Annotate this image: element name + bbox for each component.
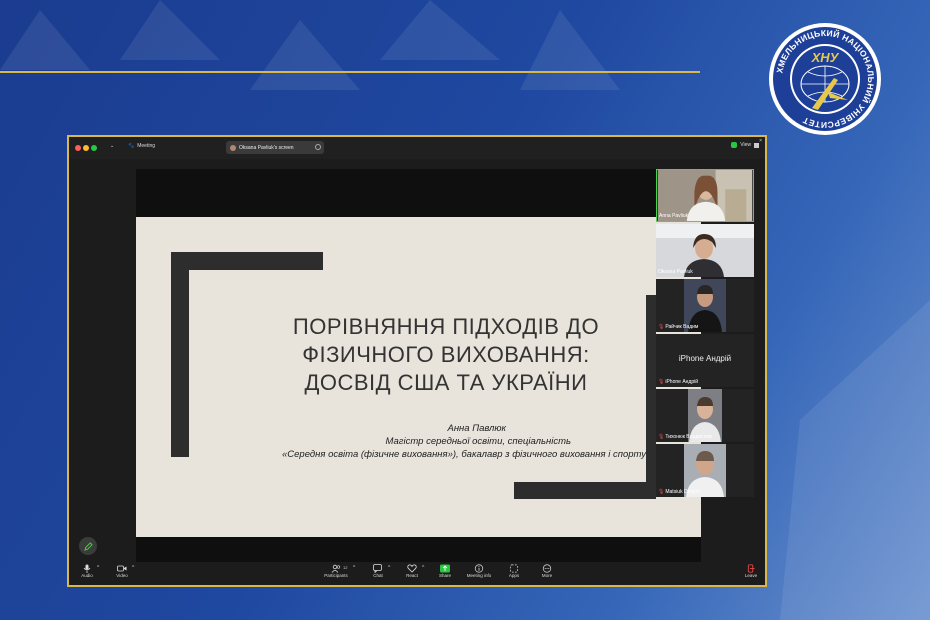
participant-name: 🎙 Matsiuk Dmytro [658, 489, 701, 495]
participant-name: Anna Pavliuk [659, 213, 689, 219]
audio-button[interactable]: Audio [79, 564, 95, 578]
chat-label: Chat [373, 573, 383, 578]
minimize-window-button[interactable] [83, 145, 89, 151]
react-label: React [406, 573, 418, 578]
participant-tile[interactable]: 🎙 Тихонюк Владислав [656, 389, 754, 442]
gold-divider-line [0, 71, 700, 73]
participants-gallery: Anna Pavliuk Oksana Pavliuk 🎙 Райчик Вади [656, 169, 754, 499]
mic-off-icon: 🎙 [658, 379, 665, 385]
leave-icon [747, 564, 755, 573]
mic-off-icon: 🎙 [658, 434, 665, 440]
leave-label: Leave [744, 573, 758, 578]
slide-subtitle: Анна Павлюк Магістр середньої освіти, сп… [236, 422, 646, 461]
heart-icon [407, 564, 417, 573]
zoom-window: ⌄ 🐾 Meeting Oksana Pavliuk's screen View… [67, 135, 767, 587]
shared-screen: ПОРІВНЯННЯ ПІДХОДІВ ДО ФІЗИЧНОГО ВИХОВАН… [136, 169, 701, 564]
more-button[interactable]: More [539, 564, 555, 578]
annotate-button[interactable] [79, 537, 97, 555]
share-label: Share [438, 573, 451, 578]
meeting-icon: 🐾 [128, 143, 135, 149]
apps-icon [510, 564, 518, 573]
meeting-toolbar: Audio ^ Video ^ Participants 12 ^ Chat ^… [69, 562, 765, 585]
view-button[interactable]: View [731, 142, 759, 148]
slide-title-line: ДОСВІД США ТА УКРАЇНИ [304, 370, 588, 395]
participant-name: Oksana Pavliuk [658, 269, 693, 275]
participants-count: 12 [343, 565, 348, 570]
video-button[interactable]: Video [113, 564, 131, 578]
logo-text: ХНУ [811, 50, 840, 65]
audio-options-caret[interactable]: ^ [97, 565, 99, 571]
participant-name: 🎙 iPhone Андрій [658, 379, 699, 385]
presenter-avatar [230, 144, 236, 151]
view-label: View [740, 142, 751, 148]
participant-name: 🎙 Тихонюк Владислав [658, 434, 712, 440]
slide-decoration [514, 482, 654, 499]
slide-decoration [171, 252, 189, 457]
participant-name: 🎙 Райчик Вадим [658, 324, 699, 330]
apps-label: Apps [508, 573, 520, 578]
close-icon[interactable]: × [759, 138, 762, 144]
participant-tile[interactable]: Oksana Pavliuk [656, 224, 754, 277]
slide-title-line: ПОРІВНЯННЯ ПІДХОДІВ ДО [292, 314, 600, 339]
participant-tile[interactable]: 🎙 Райчик Вадим [656, 279, 754, 332]
participant-tile[interactable]: 🎙 Matsiuk Dmytro [656, 444, 754, 497]
more-icon [542, 564, 552, 573]
leave-button[interactable]: Leave [743, 564, 759, 578]
chevron-down-icon[interactable]: ⌄ [110, 143, 114, 149]
chat-button[interactable]: Chat [370, 564, 386, 578]
meeting-info-label: Meeting info [466, 573, 492, 578]
university-logo: ХМЕЛЬНИЦЬКИЙ НАЦІОНАЛЬНИЙ УНІВЕРСИТЕТ ХН… [769, 23, 881, 135]
video-camera-icon [117, 565, 127, 572]
mic-off-icon: 🎙 [658, 324, 665, 330]
slide-title-line: ФІЗИЧНОГО ВИХОВАННЯ: [302, 342, 590, 367]
window-titlebar: ⌄ 🐾 Meeting Oksana Pavliuk's screen View… [69, 137, 765, 159]
video-label: Video [116, 573, 128, 578]
share-button[interactable]: Share [437, 564, 453, 578]
presentation-slide: ПОРІВНЯННЯ ПІДХОДІВ ДО ФІЗИЧНОГО ВИХОВАН… [136, 217, 701, 537]
participant-tile[interactable]: iPhone Андрій 🎙 iPhone Андрій [656, 334, 754, 387]
maximize-window-button[interactable] [91, 145, 97, 151]
participants-options-caret[interactable]: ^ [353, 565, 355, 571]
react-button[interactable]: React [404, 564, 420, 578]
screen-share-pill[interactable]: Oksana Pavliuk's screen [226, 141, 324, 154]
participants-label: Participants [324, 573, 348, 578]
participants-icon [331, 564, 341, 573]
meeting-button[interactable]: 🐾 Meeting [128, 143, 155, 149]
chat-icon [373, 564, 382, 573]
video-options-caret[interactable]: ^ [132, 565, 134, 571]
participant-tile[interactable]: Anna Pavliuk [656, 169, 754, 222]
slide-author: Анна Павлюк [447, 423, 506, 434]
shield-icon [731, 142, 738, 148]
react-options-caret[interactable]: ^ [422, 565, 424, 571]
slide-decoration [171, 252, 323, 270]
microphone-icon [83, 564, 91, 573]
info-icon [474, 564, 484, 573]
mic-off-icon: 🎙 [658, 489, 665, 495]
audio-label: Audio [81, 573, 93, 578]
pencil-icon [83, 541, 93, 551]
apps-button[interactable]: Apps [506, 564, 522, 578]
slide-title: ПОРІВНЯННЯ ПІДХОДІВ ДО ФІЗИЧНОГО ВИХОВАН… [236, 313, 656, 397]
slide-subtitle-line: «Середня освіта (фізичне виховання»), ба… [281, 449, 646, 460]
slide-subtitle-line: Магістр середньої освіти, спеціальність [385, 436, 572, 447]
meeting-info-button[interactable]: Meeting info [464, 564, 494, 578]
stop-view-icon[interactable] [315, 144, 321, 150]
chat-options-caret[interactable]: ^ [388, 565, 390, 571]
participant-placeholder-name: iPhone Андрій [678, 354, 732, 363]
close-window-button[interactable] [75, 145, 81, 151]
screen-share-label: Oksana Pavliuk's screen [239, 144, 294, 151]
more-label: More [541, 573, 553, 578]
share-screen-icon [440, 564, 450, 573]
meeting-label: Meeting [137, 143, 156, 149]
